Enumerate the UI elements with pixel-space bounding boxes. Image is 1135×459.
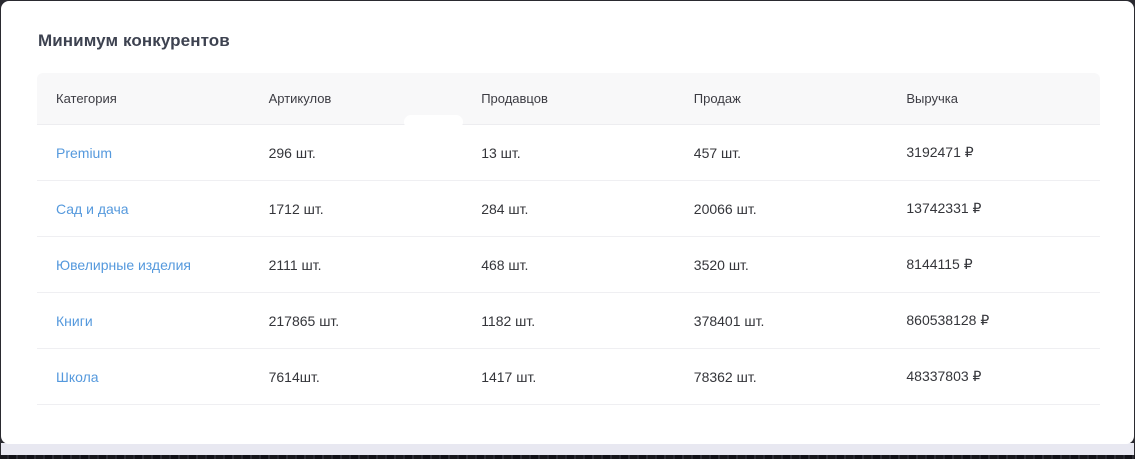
sellers-cell: 468 шт. [481,256,529,273]
card-title: Минимум конкурентов [38,31,230,50]
table-row: Школа 7614шт. 1417 шт. 78362 шт. 4833780… [37,349,1100,405]
bottom-edge-strip [0,455,1135,459]
sales-cell: 457 шт. [693,144,742,161]
table-row: Книги 217865 шт. 1182 шт. 378401 шт. 860… [37,293,1100,349]
revenue-cell: 8144115 ₽ [906,256,973,272]
table-body: Premium 296 шт. 13 шт. 457 шт. 3192471 ₽… [37,125,1100,405]
revenue-cell: 860538128 ₽ [906,312,990,328]
articles-cell: 7614шт. [268,368,320,385]
category-link[interactable]: Школа [56,369,99,385]
table-header-row: Категория Артикулов Продавцов Продаж Выр… [37,73,1100,129]
articles-cell: 296 шт. [268,144,316,161]
column-header-category: Категория [56,91,117,106]
sellers-cell: 13 шт. [481,144,521,161]
sales-cell: 78362 шт. [693,368,757,385]
articles-cell: 217865 шт. [268,312,340,329]
sellers-cell: 1417 шт. [481,368,537,385]
competitors-table: Категория Артикулов Продавцов Продаж Выр… [37,73,1100,405]
category-link[interactable]: Книги [56,313,93,329]
sales-cell: 378401 шт. [693,312,765,329]
articles-cell: 1712 шт. [268,200,324,217]
column-header-sellers: Продавцов [481,91,548,106]
sellers-cell: 284 шт. [481,200,529,217]
category-link[interactable]: Premium [56,145,112,161]
category-link[interactable]: Сад и дача [56,201,129,217]
revenue-cell: 13742331 ₽ [906,200,982,216]
sales-cell: 3520 шт. [693,256,749,273]
table-row: Premium 296 шт. 13 шт. 457 шт. 3192471 ₽ [37,125,1100,181]
category-link[interactable]: Ювелирные изделия [56,257,191,273]
sales-cell: 20066 шт. [693,200,757,217]
revenue-cell: 3192471 ₽ [906,144,974,160]
sellers-cell: 1182 шт. [481,312,536,329]
table-row: Ювелирные изделия 2111 шт. 468 шт. 3520 … [37,237,1100,293]
header-notch [404,115,463,129]
page-background-band [1,443,1134,455]
column-header-revenue: Выручка [906,91,958,106]
column-header-sales: Продаж [693,91,741,106]
competitors-card: Минимум конкурентов Категория Артикулов … [1,1,1134,444]
table-row: Сад и дача 1712 шт. 284 шт. 20066 шт. 13… [37,181,1100,237]
page: Минимум конкурентов Категория Артикулов … [0,0,1135,459]
articles-cell: 2111 шт. [268,256,322,273]
column-header-articles: Артикулов [268,91,332,106]
revenue-cell: 48337803 ₽ [906,368,982,384]
